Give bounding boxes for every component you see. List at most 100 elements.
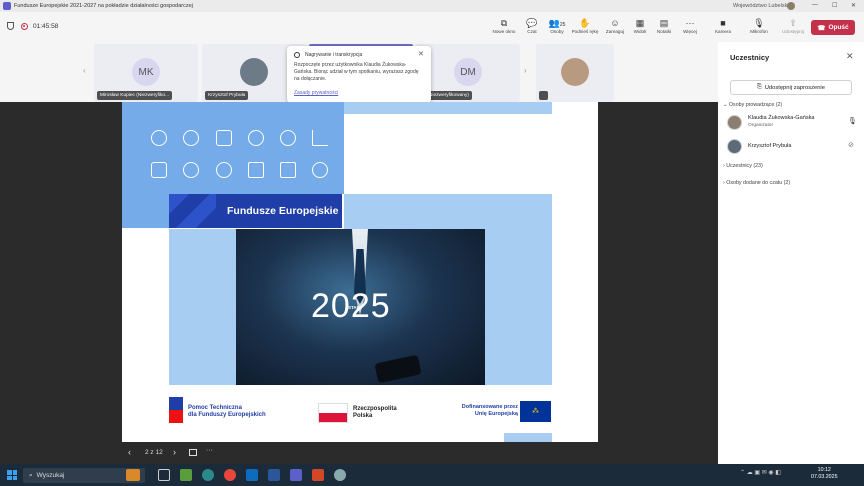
presentation-slide: Fundusze Europejskie 2025 START Pomoc Te…: [122, 102, 598, 442]
recording-notification: Nagrywanie i transkrypcja ✕ Rozpoczęte p…: [287, 46, 431, 103]
next-slide-button[interactable]: ›: [173, 447, 176, 457]
participant-tile[interactable]: [536, 44, 614, 102]
react-button[interactable]: ☺ Zareaguj: [601, 17, 629, 34]
people-count-badge: 25: [559, 22, 566, 28]
participant-tile[interactable]: MK Mirosław Kupiec (Niezweryfiko...: [94, 44, 198, 102]
puzzle-icon: [280, 162, 296, 178]
taskbar-widget-icon[interactable]: [126, 469, 140, 481]
pomoc-logo-icon: [169, 397, 183, 423]
meeting-timer: 01:45:58: [33, 23, 59, 30]
phone-shape: [374, 354, 422, 384]
fe-pattern-icon: [169, 194, 216, 228]
windows-start-icon[interactable]: [7, 470, 17, 480]
share-screen-button[interactable]: ⇧ Udostępnij: [779, 17, 807, 34]
taskbar-clock[interactable]: 10:12 07.03.2025: [811, 467, 838, 481]
account-name[interactable]: Województwo Lubelskie: [733, 3, 792, 9]
phone-icon: ☎: [817, 24, 826, 32]
avatar: [727, 139, 742, 154]
microphone-icon: 🎙: [848, 118, 857, 125]
participant-row[interactable]: Klaudia Żukowska-Gańska Organizator 🎙: [727, 113, 857, 131]
fullscreen-icon[interactable]: [189, 449, 197, 456]
bus-icon: [151, 162, 167, 178]
slide-decor: [344, 194, 552, 229]
participants-panel: Uczestnicy ✕ ⎘ Udostępnij zaproszenie ⌄ O…: [718, 42, 864, 464]
new-window-button[interactable]: ⧉ Nowe okno: [490, 17, 518, 34]
icon-panel: [122, 102, 344, 194]
app-icon[interactable]: [334, 469, 346, 481]
mic-muted-icon: [539, 91, 548, 100]
eu-flag-icon: ⁂: [520, 401, 551, 422]
minimize-button[interactable]: —: [812, 2, 818, 8]
rocket-icon: [151, 130, 167, 146]
atom-icon: [216, 162, 232, 178]
avatar: DM: [454, 58, 482, 86]
more-options-icon[interactable]: ···: [206, 447, 213, 454]
slide-counter: 2 z 12: [145, 449, 163, 456]
ellipsis-icon: ···: [685, 18, 695, 28]
presenters-section-toggle[interactable]: ⌄ Osoby prowadzące (2): [723, 102, 782, 108]
smile-icon: ☺: [610, 18, 620, 28]
start-label: START: [348, 305, 363, 310]
task-view-icon[interactable]: [158, 469, 170, 481]
avatar: [727, 115, 742, 130]
search-icon: ⌕: [29, 471, 33, 479]
close-panel-icon[interactable]: ✕: [846, 51, 854, 62]
chrome-icon[interactable]: [224, 469, 236, 481]
edge-icon[interactable]: [202, 469, 214, 481]
word-icon[interactable]: [268, 469, 280, 481]
location-icon: [248, 130, 264, 146]
system-tray[interactable]: ⌃ ☁ ▣ ✉ ◉ ◧: [740, 469, 781, 476]
privacy-link[interactable]: Zasady prywatności: [294, 90, 338, 96]
slide-controls: ‹ 2 z 12 › ···: [123, 446, 223, 460]
participant-row[interactable]: Krzysztof Prybuła ⊘: [727, 137, 857, 155]
store-icon[interactable]: [180, 469, 192, 481]
slide-decor: [122, 194, 169, 228]
chat-button[interactable]: 💬 Czat: [518, 17, 546, 34]
participant-name: Krzysztof Prybuła: [748, 143, 792, 149]
share-invite-button[interactable]: ⎘ Udostępnij zaproszenie: [730, 80, 852, 95]
camera-icon: [216, 130, 232, 146]
participant-tile[interactable]: DM M (Niezweryfikowany): [416, 44, 520, 102]
teams-icon[interactable]: [290, 469, 302, 481]
slide-decor: [504, 433, 552, 442]
raise-hand-button[interactable]: ✋ Podnieś rękę: [571, 17, 599, 34]
close-icon[interactable]: ✕: [418, 50, 424, 58]
microphone-icon: 🎙: [753, 18, 765, 28]
strip-next-icon[interactable]: ›: [524, 66, 527, 75]
slide-decor: [485, 229, 552, 385]
shield-icon: [7, 22, 14, 30]
fe-banner-text: Fundusze Europejskie: [227, 205, 339, 217]
attendees-section-toggle[interactable]: › Uczestnicy (23): [723, 163, 763, 169]
notes-button[interactable]: ▤ Notatki: [650, 17, 678, 34]
slide-decor: [169, 229, 236, 385]
poland-flag-icon: [318, 403, 348, 423]
chart-icon: [312, 130, 328, 146]
maximize-button[interactable]: ☐: [832, 2, 837, 9]
more-button[interactable]: ··· Więcej: [676, 17, 704, 34]
lightbulb-icon: [183, 130, 199, 146]
ue-logo-text: Dofinansowane przez Unię Europejską: [461, 404, 518, 417]
outlook-icon[interactable]: [246, 469, 258, 481]
share-icon: ⎘: [757, 84, 762, 90]
close-window-button[interactable]: ✕: [851, 2, 856, 9]
participant-name: Mirosław Kupiec (Niezweryfiko...: [97, 91, 173, 100]
slide-decor: [344, 102, 552, 114]
road-icon: [248, 162, 264, 178]
account-avatar[interactable]: [787, 2, 795, 10]
notes-icon: ▤: [659, 18, 669, 28]
strip-prev-icon[interactable]: ‹: [83, 66, 86, 75]
chat-section-toggle[interactable]: › Osoby dodane do czatu (2): [723, 180, 790, 186]
mic-button[interactable]: 🎙 Mikrofon: [745, 17, 773, 34]
avatar: [561, 58, 589, 86]
powerpoint-icon[interactable]: [312, 469, 324, 481]
window-title: Fundusze Europejskie 2021-2027 na pokład…: [14, 3, 193, 9]
meeting-toolbar: 01:45:58 ⧉ Nowe okno 💬 Czat 👥25 Osoby ✋ Podn…: [0, 12, 864, 42]
people-button[interactable]: 👥25 Osoby: [543, 17, 571, 34]
notification-body: Rozpoczęte przez użytkownika Klaudia Żuk…: [294, 62, 419, 82]
leave-button[interactable]: ☎ Opuść: [811, 20, 855, 35]
participant-name: Klaudia Żukowska-Gańska: [748, 115, 815, 121]
camera-icon: ■: [720, 18, 726, 28]
rp-logo-text: Rzeczpospolita Polska: [353, 406, 397, 419]
prev-slide-button[interactable]: ‹: [128, 447, 131, 457]
camera-button[interactable]: ■ Kamera: [709, 17, 737, 34]
